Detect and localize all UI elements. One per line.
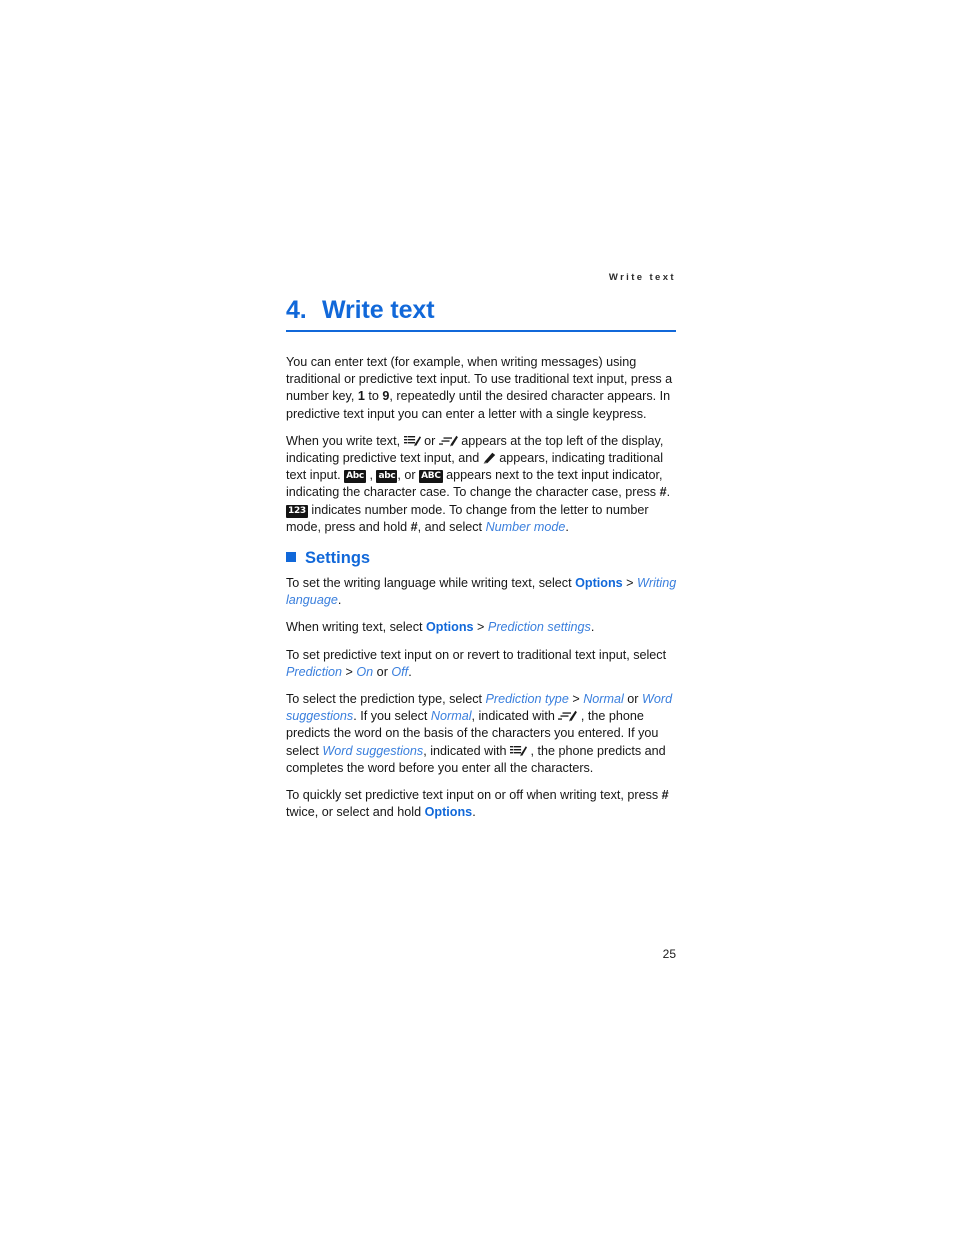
menu-item-prediction: Prediction bbox=[286, 664, 343, 679]
menu-item-prediction-settings: Prediction settings bbox=[487, 620, 591, 635]
indicators-text-5: , bbox=[365, 468, 377, 483]
indicators-text-6: , or bbox=[397, 468, 420, 483]
p4-text-e: , indicated with bbox=[423, 743, 511, 758]
p3-or: or bbox=[373, 664, 392, 679]
p5-text-b: twice, or select and hold bbox=[286, 805, 425, 820]
p3-gt: > bbox=[342, 664, 357, 679]
p4-text-b: . If you select bbox=[353, 709, 431, 724]
p5-end: . bbox=[472, 805, 476, 820]
section-heading-settings: Settings bbox=[286, 549, 370, 568]
menu-item-normal-2: Normal bbox=[430, 709, 472, 724]
menu-item-number-mode: Number mode bbox=[485, 519, 566, 534]
chapter-title-text: Write text bbox=[322, 296, 435, 324]
menu-item-prediction-type: Prediction type bbox=[485, 692, 569, 707]
intro-section: You can enter text (for example, when wr… bbox=[286, 354, 677, 536]
p2-end: . bbox=[590, 620, 595, 635]
intro-paragraph: You can enter text (for example, when wr… bbox=[286, 354, 677, 423]
p2-gt: > bbox=[473, 620, 488, 635]
hash-key-3: # bbox=[661, 788, 669, 803]
indicators-text-2: or bbox=[420, 433, 439, 448]
pen-lines-icon bbox=[403, 435, 421, 447]
menu-item-off: Off bbox=[391, 664, 409, 679]
settings-paragraph-3: To set predictive text input on or rever… bbox=[286, 647, 677, 681]
menu-options-2: Options bbox=[425, 620, 474, 635]
p4-or-1: or bbox=[623, 692, 642, 707]
indicators-text-10: , and select bbox=[417, 519, 486, 534]
hash-key-1: # bbox=[659, 485, 667, 500]
indicators-text-1: When you write text, bbox=[286, 433, 404, 448]
settings-paragraph-5: To quickly set predictive text input on … bbox=[286, 787, 677, 821]
intro-text-b: to bbox=[364, 389, 383, 404]
pen-lines-icon bbox=[510, 745, 528, 757]
p3-end: . bbox=[408, 664, 412, 679]
menu-options-1: Options bbox=[575, 576, 623, 590]
status-badge-abc-lower: abc bbox=[376, 470, 398, 484]
square-bullet-icon bbox=[286, 552, 296, 562]
p1-text-a: To set the writing language while writin… bbox=[286, 576, 576, 590]
p4-gt: > bbox=[568, 692, 584, 707]
section-heading-label: Settings bbox=[305, 549, 371, 567]
p4-text-a: To select the prediction type, select bbox=[286, 692, 486, 707]
page-title: 4. Write text bbox=[286, 296, 676, 325]
title-divider bbox=[286, 330, 676, 332]
menu-options-3: Options bbox=[424, 805, 473, 820]
p2-text-a: When writing text, select bbox=[286, 620, 426, 635]
pen-dashes-icon bbox=[558, 710, 578, 722]
pen-icon bbox=[483, 452, 496, 464]
status-badge-abc-mixed: Abc bbox=[344, 470, 366, 484]
indicators-text-8: . bbox=[666, 485, 671, 500]
hash-key-2: # bbox=[410, 519, 418, 534]
pen-dashes-icon bbox=[438, 435, 458, 447]
settings-section: To set the writing language while writin… bbox=[286, 575, 677, 821]
chapter-number: 4. bbox=[286, 296, 307, 324]
menu-item-word-suggestions-2: Word suggestions bbox=[322, 743, 424, 758]
p1-gt: > bbox=[622, 576, 638, 590]
indicators-paragraph: When you write text, or appears at the t… bbox=[286, 433, 677, 536]
menu-item-normal: Normal bbox=[583, 692, 624, 707]
settings-paragraph-4: To select the prediction type, select Pr… bbox=[286, 691, 677, 777]
status-badge-123: 123 bbox=[286, 504, 308, 518]
number-key-1: 1 bbox=[357, 389, 365, 404]
indicators-text-11: . bbox=[565, 519, 569, 534]
p5-text-a: To quickly set predictive text input on … bbox=[286, 788, 662, 803]
p4-text-c: , indicated with bbox=[471, 709, 559, 724]
status-badge-abc-upper: ABC bbox=[419, 470, 443, 484]
settings-paragraph-2: When writing text, select Options > Pred… bbox=[286, 619, 677, 636]
page-number: 25 bbox=[662, 947, 676, 961]
manual-page: Write text 4. Write text You can enter te… bbox=[0, 0, 954, 1235]
p1-end: . bbox=[337, 593, 342, 608]
p3-text-a: To set predictive text input on or rever… bbox=[286, 647, 667, 662]
running-header: Write text bbox=[608, 272, 676, 283]
menu-item-on: On bbox=[356, 664, 374, 679]
settings-paragraph-1: To set the writing language while writin… bbox=[286, 575, 677, 609]
